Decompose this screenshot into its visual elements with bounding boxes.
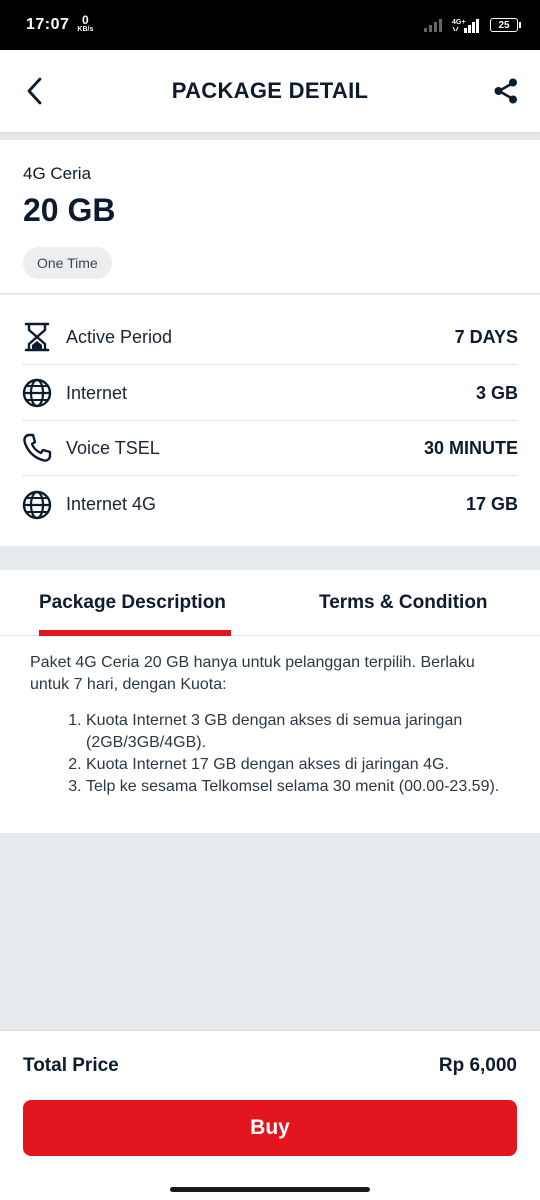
benefit-label: Internet [66,382,128,403]
hourglass-icon [22,322,52,352]
app-bar: PACKAGE DETAIL [0,50,540,132]
home-indicator[interactable] [170,1187,370,1192]
package-type-chip: One Time [23,247,112,279]
active-tab-indicator [39,630,231,636]
package-header-card: 4G Ceria 20 GB One Time [0,140,540,294]
globe-icon [22,378,52,408]
benefit-row-internet-4g: Internet 4G 17 GB [22,477,518,532]
globe-icon [22,490,52,520]
status-time: 17:07 [26,16,70,33]
details-tabs-card: Package Description Terms & Condition Pa… [0,570,540,833]
status-left: 17:07 0 KB/s [26,14,93,34]
back-button[interactable] [18,74,50,108]
share-icon [494,78,517,104]
benefit-label: Internet 4G [66,494,157,514]
tab-bar: Package Description Terms & Condition [0,570,540,636]
benefit-label: Active Period [66,326,173,347]
phone-icon [22,433,52,463]
page-title: PACKAGE DETAIL [171,78,369,103]
benefit-value: 17 GB [465,494,518,514]
signal-weak-icon [424,19,442,32]
buy-button[interactable]: Buy [23,1100,517,1156]
package-name: 20 GB [23,192,116,228]
battery-icon: 25 [490,18,521,32]
checkout-footer: Total Price Rp 6,000 Buy [0,1030,540,1200]
chevron-left-icon [27,77,42,105]
description-list: Kuota Internet 3 GB dengan akses di semu… [30,710,500,798]
tab-terms-condition[interactable]: Terms & Condition [319,592,488,614]
battery-level: 25 [498,19,510,31]
benefit-row-internet: Internet 3 GB [22,366,518,421]
description-item: Kuota Internet 17 GB dengan akses di jar… [86,754,500,776]
description-item: Telp ke sesama Telkomsel selama 30 menit… [86,776,500,798]
benefit-value: 30 MINUTE [423,437,518,458]
share-button[interactable] [490,75,522,107]
total-price-label: Total Price [23,1055,119,1076]
network-speed-value: 0 [82,12,89,27]
description-item: Kuota Internet 3 GB dengan akses di semu… [86,710,500,754]
benefit-label: Voice TSEL [66,437,160,458]
benefits-list: Active Period 7 DAYS Internet 3 GB Voice… [0,295,540,546]
tab-package-description[interactable]: Package Description [39,592,226,614]
benefit-value: 7 DAYS [454,326,518,347]
benefit-row-voice: Voice TSEL 30 MINUTE [22,421,518,476]
signal-4g-icon: 4G+ [452,19,479,33]
status-right: 4G+ 25 [424,17,521,33]
total-price-value: Rp 6,000 [438,1055,517,1076]
svg-text:4G+: 4G+ [452,19,465,26]
status-bar: 17:07 0 KB/s 4G+ 25 [0,0,540,50]
package-description: Paket 4G Ceria 20 GB hanya untuk pelangg… [30,652,500,798]
description-intro: Paket 4G Ceria 20 GB hanya untuk pelangg… [30,654,475,693]
benefit-value: 3 GB [475,382,518,403]
network-speed: 0 KB/s [77,14,93,33]
benefit-row-active-period: Active Period 7 DAYS [22,310,518,365]
package-subtitle: 4G Ceria [23,164,92,183]
network-speed-unit: KB/s [77,25,94,33]
